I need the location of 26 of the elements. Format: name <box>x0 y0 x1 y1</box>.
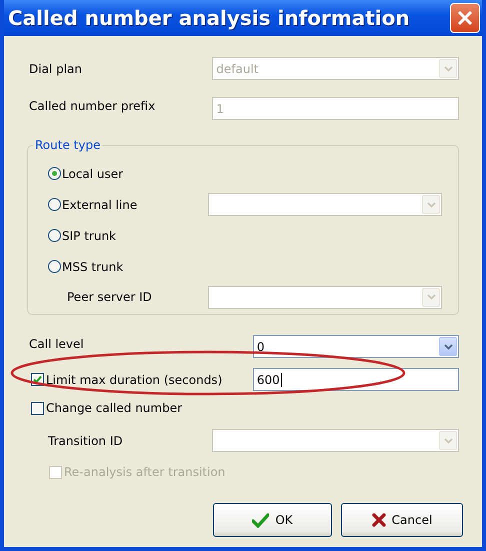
close-icon <box>457 10 473 26</box>
radio-button[interactable] <box>48 167 61 180</box>
radio-label[interactable]: MSS trunk <box>62 258 124 276</box>
group-title: Route type <box>34 137 102 153</box>
close-button[interactable] <box>450 3 480 33</box>
window-title: Called number analysis information <box>8 5 410 32</box>
radio-label[interactable]: Local user <box>62 164 124 182</box>
field-label: Call level <box>29 336 85 353</box>
checkmark-icon <box>252 512 270 528</box>
checkbox-label[interactable]: Change called number <box>46 399 182 417</box>
text-field[interactable]: 600 <box>252 368 459 391</box>
dropdown[interactable]: 0 <box>252 335 459 358</box>
radio-button[interactable] <box>48 198 61 211</box>
field-label: Dial plan <box>29 60 83 78</box>
ok-button[interactable]: OK <box>213 503 332 537</box>
cross-icon <box>372 513 386 527</box>
checkbox-label[interactable]: Limit max duration (seconds) <box>46 370 222 388</box>
field-label: Peer server ID <box>67 289 153 306</box>
radio-label[interactable]: SIP trunk <box>62 226 116 244</box>
radio-button[interactable] <box>48 229 61 242</box>
field-label: Transition ID <box>48 432 124 450</box>
field-label: Called number prefix <box>29 98 156 115</box>
radio-button[interactable] <box>48 260 61 273</box>
cancel-button[interactable]: Cancel <box>341 503 463 537</box>
radio-label[interactable]: External line <box>62 196 138 214</box>
checkbox[interactable] <box>31 402 44 414</box>
